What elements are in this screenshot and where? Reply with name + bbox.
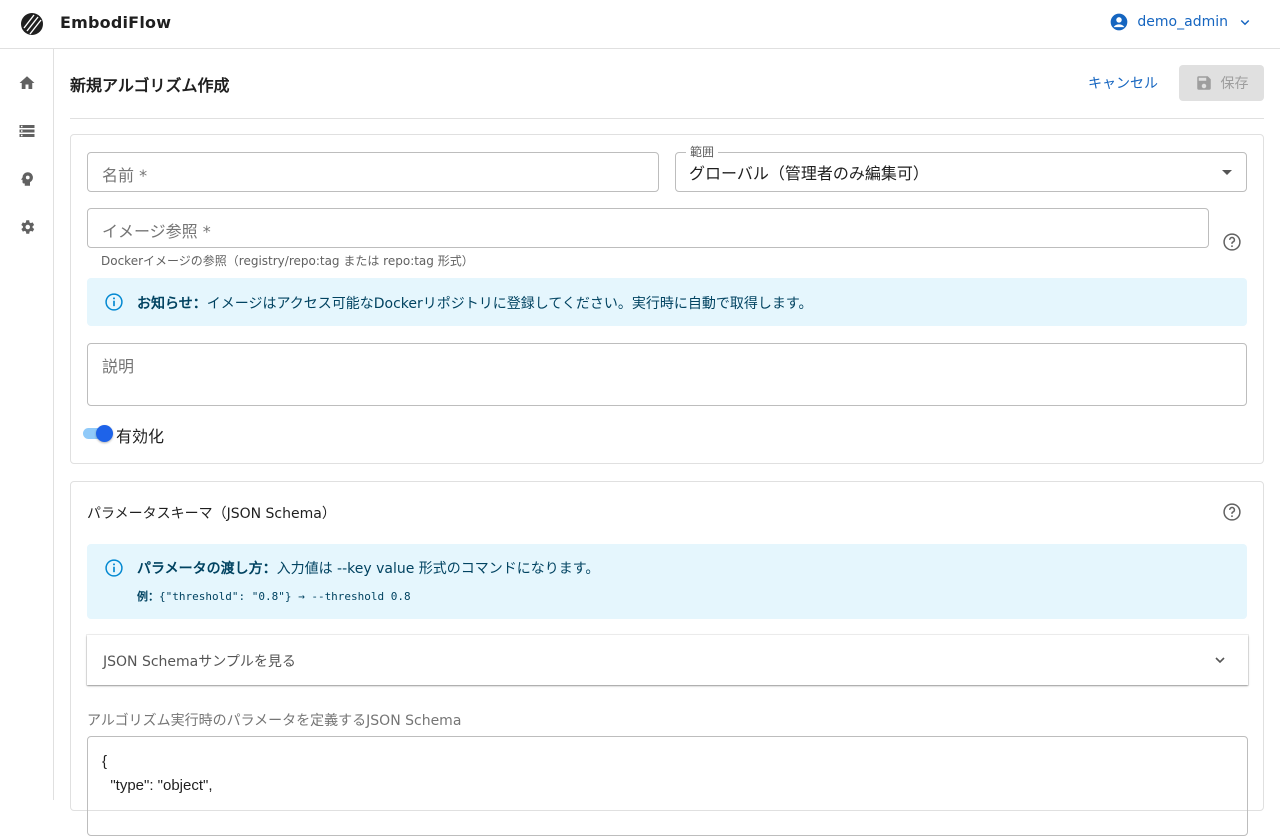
example-label: 例： [137, 590, 159, 603]
chevron-down-icon [1240, 19, 1250, 26]
save-button[interactable]: 保存 [1179, 65, 1264, 101]
image-ref-field[interactable]: イメージ参照 * [87, 208, 1209, 248]
info-icon [105, 559, 123, 577]
notice-alert: お知らせ：イメージはアクセス可能なDockerリポジトリに登録してください。実行… [87, 278, 1247, 326]
header-divider [70, 118, 1264, 119]
info-icon [105, 293, 123, 311]
notice-text: お知らせ：イメージはアクセス可能なDockerリポジトリに登録してください。実行… [137, 293, 813, 313]
toggle-thumb [96, 425, 113, 442]
scope-label: 範囲 [686, 143, 719, 160]
schema-editor[interactable]: { "type": "object", [87, 736, 1248, 836]
expand-more-icon [1215, 657, 1225, 664]
main-content: 新規アルゴリズム作成 キャンセル 保存 名前 * 範囲 グローバル（管理者のみ編… [54, 49, 1280, 836]
brain-icon [21, 172, 33, 186]
help-icon[interactable] [1222, 232, 1242, 252]
schema-editor-label: アルゴリズム実行時のパラメータを定義するJSON Schema [87, 713, 462, 729]
dropdown-arrow-icon [1222, 170, 1232, 175]
save-button-label: 保存 [1220, 76, 1249, 92]
name-placeholder: 名前 * [102, 166, 148, 185]
image-ref-placeholder: イメージ参照 * [102, 222, 211, 241]
example-code: {"threshold": "0.8"} → --threshold 0.8 [159, 590, 411, 603]
schema-editor-line: "type": "object", [102, 777, 213, 794]
parameter-example: 例：{"threshold": "0.8"} → --threshold 0.8 [137, 588, 411, 604]
app-title: EmbodiFlow [60, 13, 172, 32]
sidebar-item-list[interactable] [15, 119, 39, 143]
gear-icon [21, 220, 35, 234]
schema-section-title: パラメータスキーマ（JSON Schema） [87, 506, 336, 522]
accordion-label: JSON Schemaサンプルを見る [103, 654, 296, 670]
sidebar-item-home[interactable] [15, 71, 39, 95]
app-logo-icon[interactable] [20, 12, 44, 36]
enabled-label: 有効化 [116, 427, 165, 446]
schema-sample-accordion[interactable]: JSON Schemaサンプルを見る [87, 635, 1248, 685]
description-field[interactable]: 説明 [87, 343, 1247, 406]
description-placeholder: 説明 [102, 357, 135, 376]
scope-value: グローバル（管理者のみ編集可） [689, 164, 929, 183]
cancel-button[interactable]: キャンセル [1081, 65, 1165, 101]
parameter-info-title: パラメータの渡し方： [137, 561, 277, 577]
list-icon [19, 125, 35, 137]
home-icon [19, 76, 35, 89]
parameter-info-alert: パラメータの渡し方：入力値は --key value 形式のコマンドになります。… [87, 544, 1247, 619]
sidebar-item-algorithms[interactable] [15, 167, 39, 191]
account-circle-icon [1111, 13, 1128, 31]
enabled-toggle[interactable] [83, 425, 115, 442]
user-name: demo_admin [1137, 14, 1228, 30]
scope-select[interactable]: 範囲 グローバル（管理者のみ編集可） [675, 143, 1247, 192]
parameter-info-body: 入力値は --key value 形式のコマンドになります。 [276, 561, 600, 577]
schema-editor-line: { [102, 753, 108, 770]
notice-body: イメージはアクセス可能なDockerリポジトリに登録してください。実行時に自動で… [206, 296, 813, 312]
help-icon[interactable] [1222, 502, 1242, 522]
basic-info-card: 名前 * 範囲 グローバル（管理者のみ編集可） イメージ参照 * Dockerイ… [70, 134, 1264, 464]
sidebar-item-settings[interactable] [15, 215, 39, 239]
user-menu[interactable]: demo_admin [1109, 12, 1254, 32]
app-header: EmbodiFlow demo_admin [0, 0, 1280, 49]
image-ref-helper: Dockerイメージの参照（registry/repo:tag または repo… [101, 254, 474, 268]
sidebar [0, 49, 54, 800]
notice-title: お知らせ： [137, 296, 207, 312]
save-icon [1196, 76, 1211, 90]
page-title: 新規アルゴリズム作成 [70, 76, 230, 95]
parameter-schema-card: パラメータスキーマ（JSON Schema） パラメータの渡し方：入力値は --… [70, 481, 1264, 836]
name-field[interactable]: 名前 * [87, 152, 659, 192]
parameter-info-text: パラメータの渡し方：入力値は --key value 形式のコマンドになります。 [137, 558, 599, 578]
